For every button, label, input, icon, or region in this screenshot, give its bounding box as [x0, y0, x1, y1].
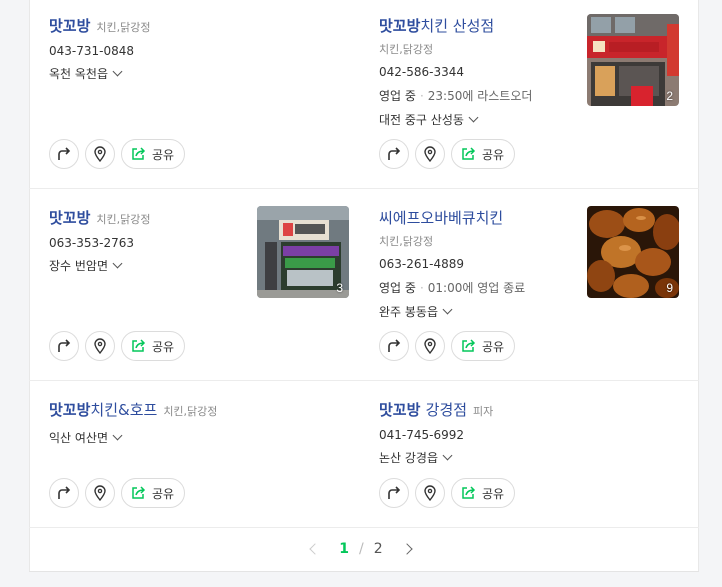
location-pin-icon — [94, 338, 106, 354]
card-actions: 공유 — [49, 478, 186, 508]
map-location-button[interactable] — [85, 139, 115, 169]
place-address[interactable]: 옥천 옥천읍 — [49, 65, 349, 82]
card-actions: 공유 — [379, 139, 516, 169]
row-divider — [29, 527, 699, 528]
place-category: 피자 — [473, 405, 494, 418]
place-name[interactable]: 씨에프오바베큐치킨 — [379, 207, 503, 228]
directions-button[interactable] — [49, 331, 79, 361]
place-address[interactable]: 논산 강경읍 — [379, 449, 679, 466]
share-arrow-icon — [462, 486, 476, 499]
photo-count: 2 — [666, 89, 673, 103]
place-phone: 043-731-0848 — [49, 44, 135, 58]
chevron-down-icon — [112, 258, 123, 269]
place-name[interactable]: 맛꼬방 — [49, 15, 90, 36]
share-button[interactable]: 공유 — [121, 478, 186, 508]
card-actions: 공유 — [49, 139, 186, 169]
map-location-button[interactable] — [415, 478, 445, 508]
place-address[interactable]: 익산 여산면 — [49, 429, 349, 446]
chevron-left-icon[interactable] — [309, 543, 321, 555]
place-name[interactable]: 맛꼬방치킨 산성점 — [379, 15, 494, 36]
chevron-down-icon — [112, 430, 123, 441]
share-button[interactable]: 공유 — [451, 478, 516, 508]
card-actions: 공유 — [379, 331, 516, 361]
share-arrow-icon — [132, 147, 146, 160]
share-arrow-icon — [462, 147, 476, 160]
location-pin-icon — [94, 485, 106, 501]
row-divider — [29, 380, 699, 381]
total-pages: 2 — [373, 541, 383, 557]
chevron-down-icon — [112, 66, 123, 77]
place-name[interactable]: 맛꼬방 강경점 — [379, 399, 467, 420]
share-button[interactable]: 공유 — [451, 139, 516, 169]
page-separator: / — [359, 541, 364, 557]
directions-button[interactable] — [379, 139, 409, 169]
directions-arrow-icon — [58, 147, 71, 160]
place-category: 치킨,닭강정 — [96, 21, 151, 34]
panel-bottom-border — [29, 571, 699, 572]
card-actions: 공유 — [379, 478, 516, 508]
location-pin-icon — [424, 146, 436, 162]
current-page[interactable]: 1 — [339, 541, 349, 557]
chevron-down-icon — [442, 450, 453, 461]
location-pin-icon — [424, 338, 436, 354]
place-address[interactable]: 대전 중구 산성동 — [379, 111, 679, 128]
place-photo[interactable]: 3 — [257, 206, 349, 298]
place-category: 치킨,닭강정 — [96, 213, 151, 226]
row-divider — [29, 188, 699, 189]
location-pin-icon — [94, 146, 106, 162]
card-actions: 공유 — [49, 331, 186, 361]
map-location-button[interactable] — [85, 478, 115, 508]
place-phone: 041-745-6992 — [379, 428, 465, 442]
place-name[interactable]: 맛꼬방 — [49, 207, 90, 228]
directions-arrow-icon — [388, 339, 401, 352]
share-button[interactable]: 공유 — [121, 139, 186, 169]
place-photo[interactable]: 9 — [587, 206, 679, 298]
directions-button[interactable] — [49, 478, 79, 508]
directions-button[interactable] — [49, 139, 79, 169]
map-location-button[interactable] — [415, 331, 445, 361]
directions-arrow-icon — [58, 339, 71, 352]
chevron-right-icon[interactable] — [401, 543, 413, 555]
chevron-down-icon — [468, 112, 479, 123]
map-location-button[interactable] — [415, 139, 445, 169]
place-photo[interactable]: 2 — [587, 14, 679, 106]
chevron-down-icon — [442, 304, 453, 315]
photo-count: 9 — [666, 281, 673, 295]
photo-count: 3 — [336, 281, 343, 295]
share-arrow-icon — [132, 339, 146, 352]
place-card[interactable]: 맛꼬방치킨&호프 치킨,닭강정 익산 여산면 — [49, 399, 349, 446]
share-button[interactable]: 공유 — [451, 331, 516, 361]
place-card[interactable]: 맛꼬방 치킨,닭강정 043-731-0848 옥천 옥천읍 — [49, 15, 349, 82]
place-address[interactable]: 완주 봉동읍 — [379, 303, 679, 320]
place-name[interactable]: 맛꼬방치킨&호프 — [49, 399, 157, 420]
share-arrow-icon — [132, 486, 146, 499]
directions-button[interactable] — [379, 331, 409, 361]
map-location-button[interactable] — [85, 331, 115, 361]
directions-arrow-icon — [388, 486, 401, 499]
directions-arrow-icon — [388, 147, 401, 160]
share-button[interactable]: 공유 — [121, 331, 186, 361]
directions-button[interactable] — [379, 478, 409, 508]
directions-arrow-icon — [58, 486, 71, 499]
location-pin-icon — [424, 485, 436, 501]
share-arrow-icon — [462, 339, 476, 352]
place-card[interactable]: 맛꼬방 강경점 피자 041-745-6992 논산 강경읍 — [379, 399, 679, 466]
pagination: 1 / 2 — [0, 541, 722, 557]
place-category: 치킨,닭강정 — [163, 405, 218, 418]
